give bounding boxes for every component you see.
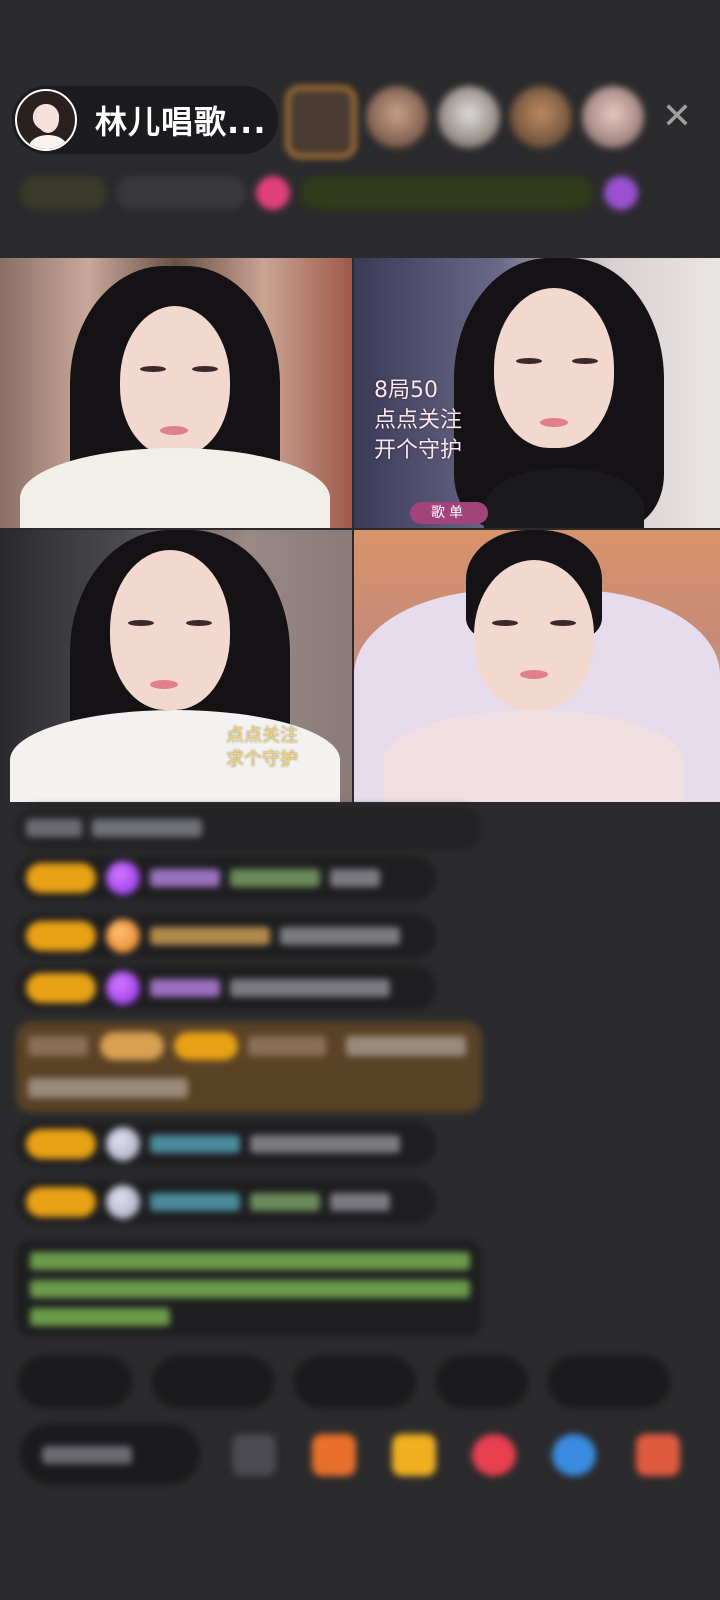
video-tile-1[interactable] [0, 258, 352, 528]
video-tile-3[interactable]: 点点关注 求个守护 [0, 530, 352, 802]
viewer-avatar[interactable] [366, 86, 428, 148]
user-badge-icon [106, 1127, 140, 1161]
tile-2-overlay-line-3: 开个守护 [374, 438, 463, 463]
purple-badge-icon[interactable] [604, 176, 638, 210]
system-message[interactable] [16, 1022, 482, 1112]
announcement-message[interactable] [16, 1240, 482, 1336]
more-icon[interactable] [636, 1434, 680, 1476]
top-viewers-list[interactable] [286, 86, 644, 158]
level-badge [26, 1129, 96, 1159]
comment-input[interactable] [20, 1424, 200, 1484]
rank-chip[interactable] [20, 176, 106, 210]
video-grid: 8局50 点点关注 开个守护 歌单 点点关注 求个守护 [0, 258, 720, 802]
chat-bubble-icon[interactable] [552, 1434, 596, 1476]
gem-badge-icon [106, 971, 140, 1005]
room-info-bar[interactable] [20, 170, 690, 216]
level-badge [26, 921, 96, 951]
game-icon[interactable] [472, 1434, 516, 1476]
user-badge-icon [106, 1185, 140, 1219]
emoji-icon[interactable] [232, 1434, 276, 1476]
quick-reply-chip[interactable] [548, 1356, 670, 1408]
viewer-avatar[interactable] [582, 86, 644, 148]
level-badge [26, 863, 96, 893]
viewer-avatar[interactable] [510, 86, 572, 148]
quick-reply-chip[interactable] [18, 1356, 132, 1408]
tile-3-overlay-line-1: 点点关注 [226, 725, 298, 746]
quick-reply-row [18, 1356, 670, 1408]
video-tile-2[interactable]: 8局50 点点关注 开个守护 歌单 [354, 258, 720, 528]
bottom-toolbar [20, 1424, 720, 1484]
popularity-chip[interactable] [116, 176, 246, 210]
red-packet-icon[interactable] [392, 1434, 436, 1476]
chat-message[interactable] [16, 856, 436, 900]
viewer-avatar[interactable] [438, 86, 500, 148]
chat-message[interactable] [16, 1122, 436, 1166]
host-avatar[interactable] [15, 89, 77, 151]
chat-message[interactable] [16, 966, 436, 1010]
pink-badge-icon[interactable] [256, 176, 290, 210]
close-icon[interactable]: ✕ [660, 99, 694, 135]
chat-message[interactable] [16, 914, 436, 958]
host-info-pill[interactable]: 林儿唱歌... [12, 86, 278, 154]
tile-2-overlay-line-1: 8局50 [374, 378, 438, 403]
quick-reply-chip[interactable] [152, 1356, 274, 1408]
video-tile-4[interactable] [354, 530, 720, 802]
gift-icon[interactable] [312, 1434, 356, 1476]
gem-badge-icon [106, 861, 140, 895]
level-badge [26, 1187, 96, 1217]
chat-message[interactable] [16, 1180, 436, 1224]
level-badge [26, 973, 96, 1003]
activity-chip[interactable] [300, 176, 594, 210]
tile-2-overlay-line-2: 点点关注 [374, 408, 463, 433]
chat-message[interactable] [16, 806, 482, 850]
quick-reply-chip[interactable] [294, 1356, 416, 1408]
viewer-avatar[interactable] [286, 86, 356, 158]
quick-reply-chip[interactable] [436, 1356, 528, 1408]
fan-badge-icon [106, 919, 140, 953]
song-list-button[interactable]: 歌单 [410, 502, 488, 524]
tile-3-overlay-line-2: 求个守护 [226, 749, 298, 770]
host-name: 林儿唱歌... [95, 103, 267, 141]
